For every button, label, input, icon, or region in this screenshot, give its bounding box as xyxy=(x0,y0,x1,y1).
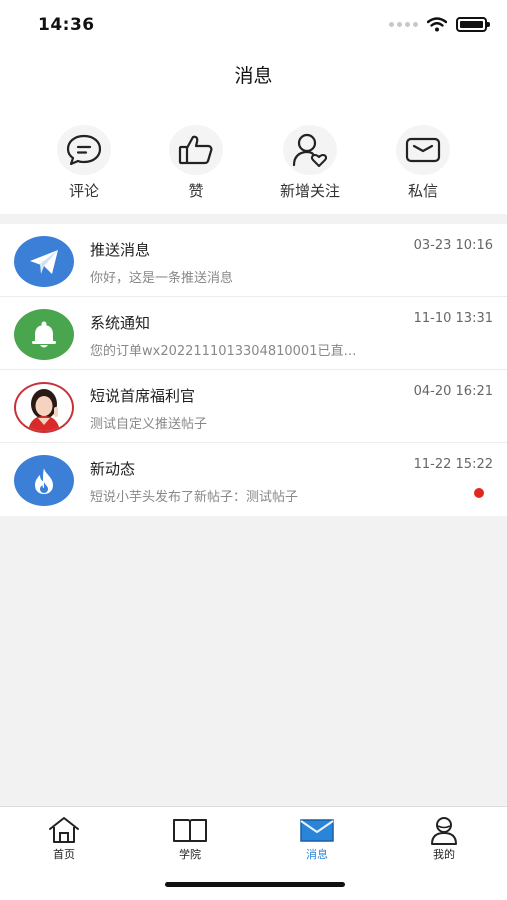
quick-action-new-followers[interactable]: 新增关注 xyxy=(265,125,355,201)
flame-icon xyxy=(35,467,53,494)
message-time: 11-22 15:22 xyxy=(413,457,493,472)
header-area: 14:36 消息 评论 赞 新增关注 私信 xyxy=(0,0,507,214)
envelope-icon xyxy=(405,137,441,163)
list-item[interactable]: 推送消息 03-23 10:16 你好，这是一条推送消息 xyxy=(0,224,507,297)
list-item[interactable]: 新动态 11-22 15:22 短说小芋头发布了新帖子：测试帖子 xyxy=(0,443,507,516)
tab-label: 首页 xyxy=(53,848,75,861)
tab-label: 学院 xyxy=(179,848,201,861)
message-preview: 您的订单wx2022111013304810001已直… xyxy=(90,344,357,359)
new-follower-icon xyxy=(292,133,328,167)
message-preview: 短说小芋头发布了新帖子：测试帖子 xyxy=(90,490,299,505)
user-photo-icon xyxy=(28,388,60,431)
quick-action-label: 评论 xyxy=(68,182,99,200)
message-time: 03-23 10:16 xyxy=(413,238,493,253)
quick-action-label: 赞 xyxy=(188,182,204,200)
message-title: 系统通知 xyxy=(90,314,151,332)
message-title: 短说首席福利官 xyxy=(90,387,196,405)
battery-icon xyxy=(456,17,490,32)
quick-action-likes[interactable]: 赞 xyxy=(151,125,241,201)
tab-label: 我的 xyxy=(433,848,455,861)
push-message-avatar xyxy=(14,236,74,287)
home-icon xyxy=(49,817,79,843)
message-time: 04-20 16:21 xyxy=(413,384,493,399)
quick-action-private-messages[interactable]: 私信 xyxy=(378,125,468,201)
status-time: 14:36 xyxy=(38,15,95,35)
message-time: 11-10 13:31 xyxy=(413,311,493,326)
status-bar: 14:36 xyxy=(0,0,507,50)
thumbs-up-icon xyxy=(178,135,213,165)
tab-academy[interactable]: 学院 xyxy=(150,815,230,862)
message-list: 推送消息 03-23 10:16 你好，这是一条推送消息 系统通知 11-10 … xyxy=(0,224,507,516)
quick-action-label: 新增关注 xyxy=(279,182,340,200)
message-title: 推送消息 xyxy=(90,241,151,259)
message-title: 新动态 xyxy=(90,460,136,478)
system-notice-avatar xyxy=(14,309,74,360)
quick-action-comments[interactable]: 评论 xyxy=(39,125,129,201)
paper-plane-icon xyxy=(30,249,58,274)
tab-label: 消息 xyxy=(306,848,328,861)
tab-home[interactable]: 首页 xyxy=(24,815,104,862)
status-icons xyxy=(389,17,490,32)
unread-badge xyxy=(474,488,484,498)
envelope-icon xyxy=(300,819,334,842)
list-item[interactable]: 系统通知 11-10 13:31 您的订单wx20221110133048100… xyxy=(0,297,507,370)
quick-action-label: 私信 xyxy=(407,182,438,200)
quick-actions: 评论 赞 新增关注 私信 xyxy=(0,125,507,205)
tab-profile[interactable]: 我的 xyxy=(404,815,484,862)
message-preview: 你好，这是一条推送消息 xyxy=(90,271,234,286)
message-preview: 测试自定义推送帖子 xyxy=(90,417,208,432)
new-activity-avatar xyxy=(14,455,74,506)
home-indicator xyxy=(165,882,345,887)
list-item[interactable]: 短说首席福利官 04-20 16:21 测试自定义推送帖子 xyxy=(0,370,507,443)
book-icon xyxy=(173,819,207,842)
page-title: 消息 xyxy=(234,65,273,87)
user-photo-avatar xyxy=(14,382,74,433)
wifi-icon xyxy=(427,17,447,32)
bell-icon xyxy=(32,321,56,347)
tab-messages[interactable]: 消息 xyxy=(277,815,357,862)
profile-icon xyxy=(431,817,457,845)
comment-icon xyxy=(66,134,102,166)
cellular-signal-icon xyxy=(389,22,418,27)
